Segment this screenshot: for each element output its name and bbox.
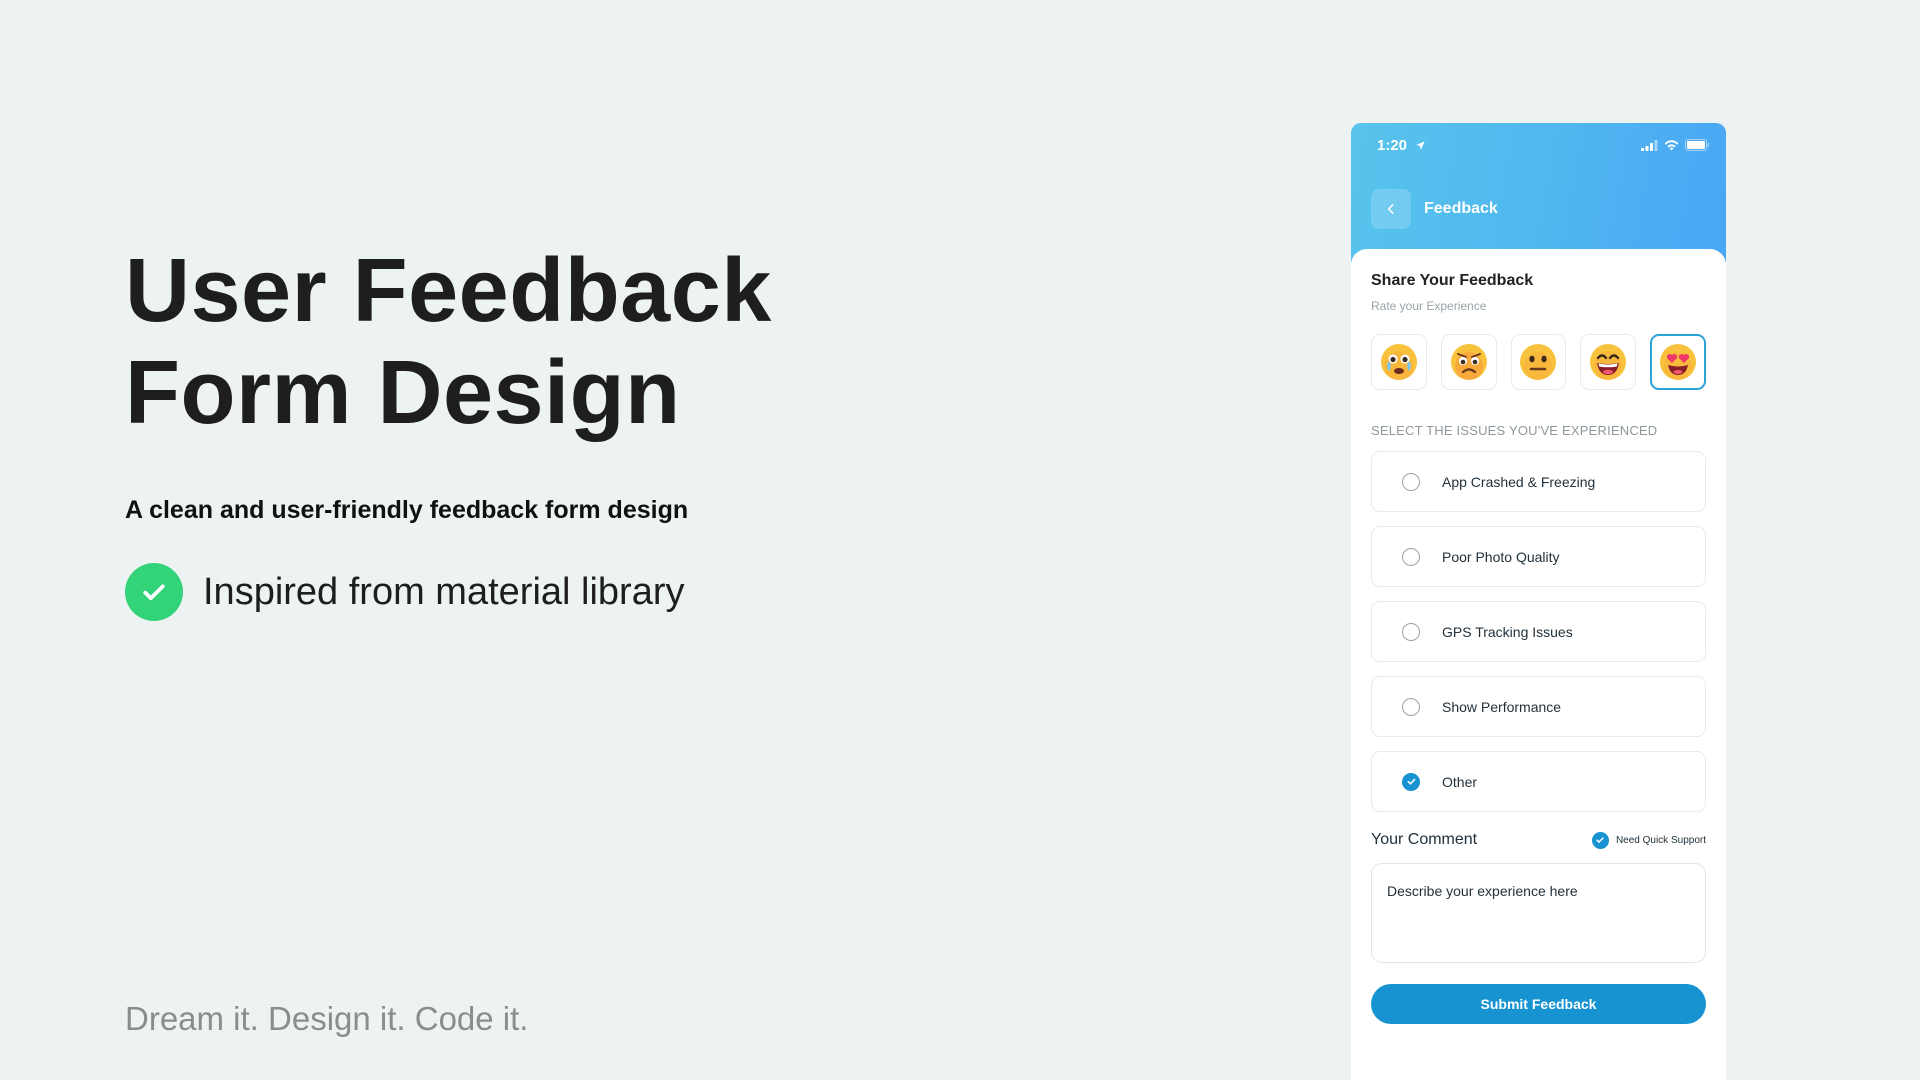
hero-title-line-1: User Feedback xyxy=(125,241,772,341)
phone-header: 1:20 Feedback xyxy=(1351,123,1726,263)
radio-unchecked-icon[interactable] xyxy=(1402,472,1420,491)
status-icons xyxy=(1641,139,1710,151)
issue-option-app-crashed[interactable]: App Crashed & Freezing xyxy=(1371,451,1706,512)
issue-label: App Crashed & Freezing xyxy=(1442,473,1596,490)
wifi-icon xyxy=(1664,139,1679,150)
radio-checked-icon[interactable] xyxy=(1402,772,1420,791)
status-time-text: 1:20 xyxy=(1377,136,1408,154)
check-circle-icon xyxy=(125,563,183,621)
rating-heart-eyes-button[interactable] xyxy=(1650,334,1706,390)
radio-unchecked-icon[interactable] xyxy=(1402,697,1420,716)
status-time: 1:20 xyxy=(1377,137,1426,154)
comment-header: Your Comment Need Quick Support xyxy=(1371,831,1706,849)
status-bar: 1:20 xyxy=(1351,123,1726,167)
phone-mockup: 1:20 Feedback Share Your Feedback Rate y… xyxy=(1351,123,1726,1080)
rating-sad-button[interactable] xyxy=(1440,334,1497,390)
sad-face-icon xyxy=(1450,344,1487,380)
rating-grinning-button[interactable] xyxy=(1580,334,1637,390)
issue-option-other[interactable]: Other xyxy=(1371,751,1706,812)
issue-label: Show Performance xyxy=(1442,698,1562,715)
hero-title-line-2: Form Design xyxy=(125,343,681,443)
feedback-card: Share Your Feedback Rate your Experience xyxy=(1351,249,1726,1080)
signal-icon xyxy=(1641,139,1658,151)
submit-feedback-button[interactable]: Submit Feedback xyxy=(1371,984,1706,1024)
rating-neutral-button[interactable] xyxy=(1510,334,1567,390)
issue-label: GPS Tracking Issues xyxy=(1442,623,1573,640)
neutral-face-icon xyxy=(1520,344,1557,380)
comment-placeholder: Describe your experience here xyxy=(1387,883,1578,899)
check-circle-icon xyxy=(1591,831,1609,849)
comment-textarea[interactable]: Describe your experience here xyxy=(1371,863,1706,963)
issues-section-label: SELECT THE ISSUES YOU'VE EXPERIENCED xyxy=(1371,423,1658,438)
comment-title: Your Comment xyxy=(1371,831,1478,848)
quick-support-label: Need Quick Support xyxy=(1615,834,1706,846)
issue-option-show-performance[interactable]: Show Performance xyxy=(1371,676,1706,737)
hero-title: User Feedback Form Design xyxy=(125,240,905,444)
rating-emoji-row xyxy=(1371,334,1706,390)
card-title: Share Your Feedback xyxy=(1371,272,1534,289)
radio-unchecked-icon[interactable] xyxy=(1402,622,1420,641)
heart-eyes-face-icon xyxy=(1660,344,1697,380)
nav-bar: Feedback xyxy=(1351,189,1726,229)
grinning-face-icon xyxy=(1590,344,1627,380)
location-arrow-icon xyxy=(1416,140,1425,150)
quick-support-toggle[interactable]: Need Quick Support xyxy=(1591,831,1706,849)
back-button[interactable] xyxy=(1371,189,1411,229)
hero-feature: Inspired from material library xyxy=(125,563,905,621)
crying-face-icon xyxy=(1380,344,1417,380)
issue-list: App Crashed & Freezing Poor Photo Qualit… xyxy=(1371,451,1706,812)
issue-label: Other xyxy=(1442,773,1478,790)
hero-section: User Feedback Form Design A clean and us… xyxy=(125,240,905,621)
card-subtitle: Rate your Experience xyxy=(1371,299,1487,313)
nav-title: Feedback xyxy=(1424,200,1498,217)
rating-crying-button[interactable] xyxy=(1371,334,1427,390)
tagline: Dream it. Design it. Code it. xyxy=(125,1000,529,1037)
radio-unchecked-icon[interactable] xyxy=(1402,547,1420,566)
hero-subtitle: A clean and user-friendly feedback form … xyxy=(125,496,689,524)
hero-feature-text: Inspired from material library xyxy=(203,570,685,613)
issue-option-gps-tracking[interactable]: GPS Tracking Issues xyxy=(1371,601,1706,662)
battery-icon xyxy=(1685,139,1709,151)
chevron-left-icon xyxy=(1387,204,1394,214)
issue-option-poor-photo[interactable]: Poor Photo Quality xyxy=(1371,526,1706,587)
issue-label: Poor Photo Quality xyxy=(1442,548,1560,565)
